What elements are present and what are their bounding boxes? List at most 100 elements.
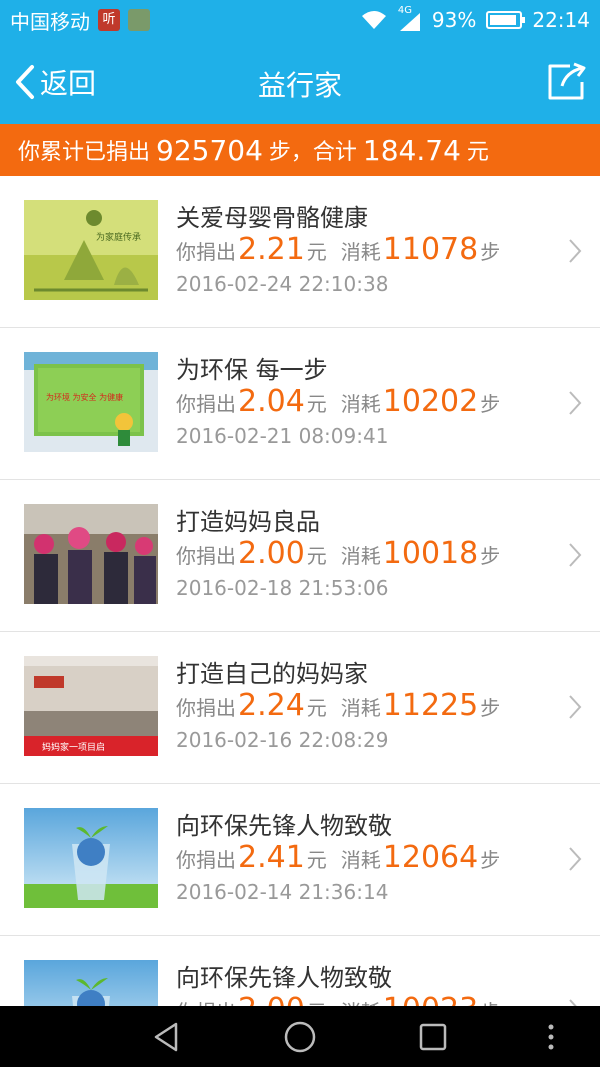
square-recents-icon[interactable] (416, 1020, 450, 1054)
donated-label: 你捐出 (176, 240, 236, 264)
consumed-steps: 10023 (383, 992, 478, 1006)
donated-label: 你捐出 (176, 848, 236, 872)
donation-item[interactable]: 妈妈家一项目启 打造自己的妈妈家 你捐出 2.24 元 消耗 11225 步 2… (0, 632, 600, 784)
yuan-unit: 元 (307, 996, 327, 1006)
project-thumbnail (24, 504, 158, 604)
triangle-back-icon[interactable] (150, 1020, 184, 1054)
project-title: 向环保先锋人物致敬 (176, 812, 392, 840)
steps-unit: 步 (480, 544, 501, 568)
thumbnail-caption: 为家庭传承 (96, 231, 141, 243)
consumed-steps: 11078 (382, 232, 479, 267)
donation-amount-line: 你捐出 2.00 元 消耗 10018 步 (176, 536, 500, 571)
network-type-label: 4G (397, 5, 413, 16)
donation-list: 为家庭传承 关爱母婴骨骼健康 你捐出 2.21 元 消耗 11078 步 201… (0, 176, 600, 1006)
notification-image-icon (128, 9, 150, 31)
wifi-icon (361, 11, 386, 29)
summary-prefix: 你累计已捐出 (18, 140, 151, 165)
donation-summary-banner: 你累计已捐出 925704 步，合计 184.74 元 (0, 124, 600, 176)
steps-unit: 步 (480, 848, 501, 872)
donated-label: 你捐出 (176, 392, 236, 416)
share-button[interactable] (544, 60, 588, 104)
donated-amount: 2.00 (238, 992, 305, 1006)
circle-home-icon[interactable] (283, 1020, 317, 1054)
donation-date: 2016-02-16 22:08:29 (176, 728, 389, 752)
project-title: 打造妈妈良品 (176, 508, 320, 536)
donation-item[interactable]: 向环保先锋人物致敬 你捐出 2.00 元 消耗 10023 步 (0, 936, 600, 1006)
summary-steps-unit: 步，合计 (268, 140, 357, 165)
system-navigation-bar (0, 1006, 600, 1067)
chevron-right-icon (569, 543, 582, 567)
project-thumbnail: 妈妈家一项目启 (24, 656, 158, 756)
donated-amount: 2.04 (238, 384, 305, 419)
donation-amount-line: 你捐出 2.00 元 消耗 10023 步 (176, 992, 500, 1006)
summary-amount-unit: 元 (466, 140, 489, 165)
thumbnail-caption: 为环境 为安全 为健康 (46, 392, 123, 402)
donation-amount-line: 你捐出 2.04 元 消耗 10202 步 (176, 384, 500, 419)
yuan-unit: 元 (306, 696, 327, 720)
yuan-unit: 元 (306, 240, 327, 264)
donated-amount: 2.21 (238, 232, 305, 267)
donation-amount-line: 你捐出 2.41 元 消耗 12064 步 (176, 840, 500, 875)
project-title: 关爱母婴骨骼健康 (176, 204, 368, 232)
navigation-bar: 返回 益行家 (0, 40, 600, 124)
donation-item[interactable]: 向环保先锋人物致敬 你捐出 2.41 元 消耗 12064 步 2016-02-… (0, 784, 600, 936)
donated-amount: 2.24 (238, 688, 305, 723)
thumbnail-caption: 妈妈家一项目启 (42, 741, 105, 753)
project-title: 为环保 每一步 (176, 356, 328, 384)
donation-date: 2016-02-14 21:36:14 (176, 880, 389, 904)
consumed-label: 消耗 (340, 696, 381, 720)
donation-date: 2016-02-18 21:53:06 (176, 576, 389, 600)
battery-icon (486, 11, 526, 29)
consumed-label: 消耗 (341, 996, 381, 1006)
consumed-steps: 10018 (382, 536, 479, 571)
chevron-right-icon (569, 847, 582, 871)
vertical-dots-icon[interactable] (534, 1020, 568, 1054)
project-thumbnail: 为家庭传承 (24, 200, 158, 300)
project-thumbnail: 为环境 为安全 为健康 (24, 352, 158, 452)
yuan-unit: 元 (306, 392, 327, 416)
consumed-label: 消耗 (340, 848, 381, 872)
consumed-steps: 11225 (382, 688, 479, 723)
steps-unit: 步 (480, 392, 501, 416)
yuan-unit: 元 (306, 544, 327, 568)
donated-amount: 2.41 (238, 840, 305, 875)
donated-label: 你捐出 (176, 544, 236, 568)
carrier-label: 中国移动 (10, 9, 90, 34)
consumed-label: 消耗 (340, 544, 381, 568)
steps-unit: 步 (480, 240, 501, 264)
yuan-unit: 元 (306, 848, 327, 872)
donation-item[interactable]: 为环境 为安全 为健康 为环保 每一步 你捐出 2.04 元 消耗 10202 … (0, 328, 600, 480)
consumed-label: 消耗 (340, 240, 381, 264)
clock: 22:14 (532, 8, 590, 32)
chevron-right-icon (569, 999, 577, 1006)
chevron-right-icon (569, 391, 582, 415)
consumed-steps: 10202 (382, 384, 479, 419)
donation-amount-line: 你捐出 2.21 元 消耗 11078 步 (176, 232, 500, 267)
donation-date: 2016-02-24 22:10:38 (176, 272, 389, 296)
donation-item[interactable]: 打造妈妈良品 你捐出 2.00 元 消耗 10018 步 2016-02-18 … (0, 480, 600, 632)
chevron-right-icon (569, 695, 582, 719)
consumed-steps: 12064 (382, 840, 479, 875)
status-left: 中国移动 听 (10, 6, 150, 35)
signal-icon: 4G (398, 5, 422, 31)
donated-amount: 2.00 (238, 536, 305, 571)
share-icon (548, 62, 586, 100)
steps-unit: 步 (480, 996, 500, 1006)
consumed-label: 消耗 (340, 392, 381, 416)
steps-unit: 步 (480, 696, 501, 720)
donated-label: 你捐出 (176, 996, 236, 1006)
page-title: 益行家 (257, 69, 342, 102)
donation-date: 2016-02-21 08:09:41 (176, 424, 389, 448)
project-title: 打造自己的妈妈家 (176, 660, 368, 688)
notification-app-icon: 听 (98, 9, 120, 31)
summary-total-steps: 925704 (156, 133, 263, 167)
status-bar: 中国移动 听 4G 93% 22:14 (0, 0, 600, 40)
project-title: 向环保先锋人物致敬 (176, 964, 392, 992)
donation-amount-line: 你捐出 2.24 元 消耗 11225 步 (176, 688, 500, 723)
donation-item[interactable]: 为家庭传承 关爱母婴骨骼健康 你捐出 2.21 元 消耗 11078 步 201… (0, 176, 600, 328)
project-thumbnail (24, 808, 158, 908)
donated-label: 你捐出 (176, 696, 236, 720)
chevron-right-icon (569, 239, 582, 263)
summary-total-amount: 184.74 (362, 133, 461, 167)
battery-percent: 93% (431, 8, 477, 32)
